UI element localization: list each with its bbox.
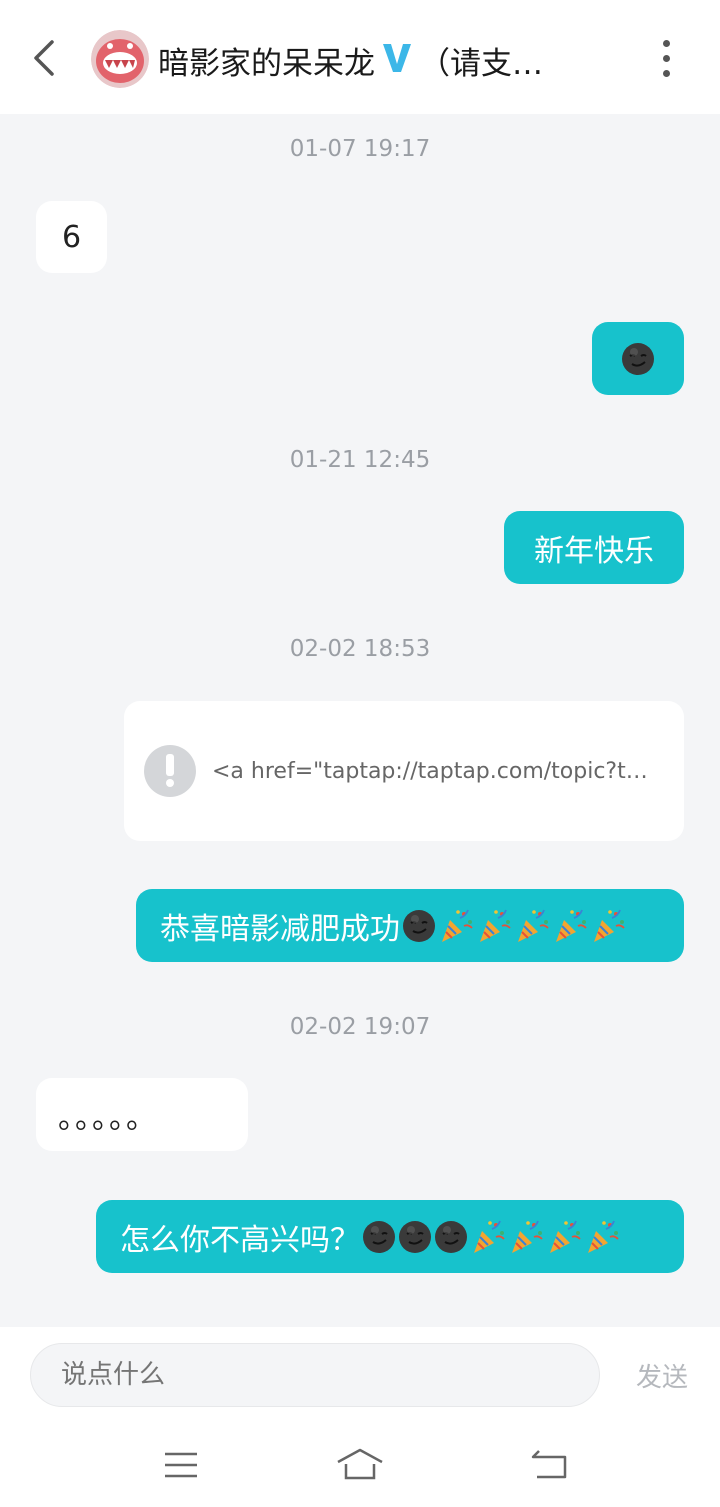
timestamp: 01-21 12:45 xyxy=(289,447,431,473)
message-input[interactable] xyxy=(30,1343,600,1407)
message-bubble-incoming[interactable]: 6 xyxy=(36,201,107,273)
message-bubble-outgoing[interactable]: 恭喜暗影减肥成功 xyxy=(136,889,684,962)
message-bubble-outgoing[interactable]: 怎么你不高兴吗？ xyxy=(96,1200,684,1273)
message-text: 新年快乐 xyxy=(534,533,654,569)
smirk-face-icon xyxy=(398,1218,432,1253)
party-popper-icon xyxy=(470,1218,506,1253)
message-bubble-outgoing[interactable]: 新年快乐 xyxy=(504,511,684,584)
smirk-face-icon xyxy=(622,342,654,375)
party-popper-icon xyxy=(552,907,588,942)
link-text[interactable]: <a href="taptap://taptap.com/topic?t… xyxy=(212,759,657,784)
smirk-face-icon xyxy=(362,1218,396,1253)
message-text: 6 xyxy=(61,219,82,255)
system-nav-bar xyxy=(0,1427,720,1507)
back-nav-icon xyxy=(531,1450,567,1479)
party-popper-icon xyxy=(514,907,550,942)
party-popper-icon xyxy=(590,907,626,942)
party-popper-icon xyxy=(438,907,474,942)
chat-title[interactable]: 暗影家的呆呆龙 （请支… xyxy=(158,32,608,88)
party-popper-icon xyxy=(546,1218,582,1253)
more-vertical-icon xyxy=(662,39,670,47)
home-icon xyxy=(337,1448,383,1480)
smirk-face-icon xyxy=(434,1218,468,1253)
party-popper-icon xyxy=(476,907,512,942)
emoji-row xyxy=(360,1218,620,1255)
more-button[interactable] xyxy=(646,36,686,80)
menu-button[interactable] xyxy=(156,1445,206,1485)
home-button[interactable] xyxy=(335,1445,385,1485)
emoji-row xyxy=(400,907,626,944)
message-bubble-outgoing[interactable] xyxy=(592,322,684,395)
back-button[interactable] xyxy=(24,36,64,80)
timestamp: 01-07 19:17 xyxy=(289,136,431,162)
timestamp: 02-02 19:07 xyxy=(289,1014,431,1040)
link-card[interactable]: <a href="taptap://taptap.com/topic?t… xyxy=(124,701,684,841)
message-text: 怎么你不高兴吗？ xyxy=(120,1222,360,1258)
party-popper-icon xyxy=(584,1218,620,1253)
message-text: 。。。。。 xyxy=(58,1100,158,1136)
send-button[interactable]: 发送 xyxy=(622,1357,702,1397)
timestamp: 02-02 18:53 xyxy=(289,636,431,662)
chevron-left-icon xyxy=(34,40,54,76)
menu-icon xyxy=(165,1452,197,1478)
party-popper-icon xyxy=(508,1218,544,1253)
chat-header: 暗影家的呆呆龙 （请支… xyxy=(0,0,720,114)
contact-name-suffix: （请支… xyxy=(419,45,543,82)
message-bubble-incoming[interactable]: 。。。。。 xyxy=(36,1078,248,1151)
verified-icon xyxy=(381,40,413,80)
contact-name: 暗影家的呆呆龙 xyxy=(158,45,375,82)
back-nav-button[interactable] xyxy=(524,1445,574,1485)
avatar[interactable] xyxy=(91,30,149,88)
exclamation-icon xyxy=(144,745,196,797)
smirk-face-icon xyxy=(402,907,436,942)
message-text: 恭喜暗影减肥成功 xyxy=(160,911,400,947)
composer-bar: 发送 xyxy=(0,1327,720,1427)
